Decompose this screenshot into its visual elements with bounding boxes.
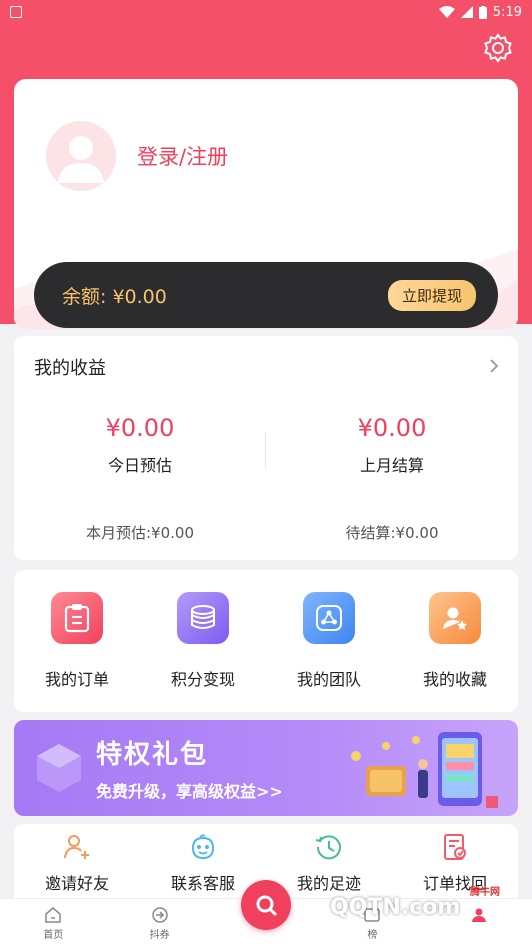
home-icon <box>45 907 61 923</box>
notification-icon <box>10 6 22 18</box>
tab-label: 首页 <box>43 930 64 941</box>
banner-title: 特权礼包 <box>96 740 209 770</box>
center-search-button[interactable] <box>241 880 291 930</box>
privilege-banner[interactable]: 特权礼包 免费升级，享高级权益>> <box>14 720 518 816</box>
settings-button[interactable] <box>482 32 514 64</box>
avatar[interactable] <box>46 121 116 191</box>
service-face-icon <box>191 834 215 860</box>
tool-invite-friends[interactable]: 邀请好友 <box>14 824 140 904</box>
shortcut-label: 我的订单 <box>44 670 109 689</box>
tool-label: 我的足迹 <box>296 874 361 893</box>
shortcut-points-redeem[interactable]: 积分变现 <box>140 570 266 712</box>
watermark-logo: QQTN.com 腾牛网 <box>330 887 500 920</box>
tab-label: 抖券 <box>149 930 170 941</box>
status-right: 5:19 <box>438 4 522 20</box>
shortcut-label: 我的团队 <box>296 670 361 689</box>
last-month-label: 上月结算 <box>359 456 424 475</box>
last-month-value: ¥0.00 <box>357 414 427 442</box>
battery-icon <box>478 5 487 19</box>
status-bar: 5:19 <box>0 0 532 24</box>
shortcut-label: 积分变现 <box>170 670 235 689</box>
cube-icon <box>37 744 81 792</box>
login-register-link[interactable]: 登录/注册 <box>137 141 228 171</box>
wifi-icon <box>438 6 455 18</box>
watermark-logo-text: QQTN.com <box>330 895 461 920</box>
earnings-title: 我的收益 <box>34 358 106 379</box>
today-estimate-value: ¥0.00 <box>105 414 175 442</box>
default-avatar-icon <box>58 136 104 183</box>
coupon-icon <box>151 907 168 923</box>
shortcut-my-favorites[interactable]: 我的收藏 <box>392 570 518 712</box>
tool-label: 邀请好友 <box>44 874 109 893</box>
tool-label: 联系客服 <box>170 874 235 893</box>
today-estimate-label: 今日预估 <box>107 456 172 475</box>
tab-home[interactable]: 首页 <box>0 899 106 946</box>
tab-label: 榜 <box>367 930 378 941</box>
gear-icon <box>484 33 512 63</box>
chevron-right-icon[interactable] <box>488 358 500 374</box>
phone-wallet-illustration <box>351 732 498 808</box>
clipboard-icon <box>51 592 103 644</box>
coins-icon <box>177 592 229 644</box>
shortcut-label: 我的收藏 <box>422 670 487 689</box>
pending-settlement: 待结算:¥0.00 <box>345 524 439 542</box>
shortcut-grid: 我的订单 积分变现 我的团队 我的收藏 <box>14 570 518 712</box>
signal-icon <box>460 6 473 18</box>
user-star-icon <box>429 592 481 644</box>
search-icon <box>256 895 277 916</box>
mine-icon <box>471 908 486 922</box>
balance-bar: 余额: ¥0.00 立即提现 <box>34 262 498 328</box>
withdraw-button[interactable]: 立即提现 <box>387 279 476 311</box>
tab-coupon[interactable]: 抖券 <box>106 899 212 946</box>
month-estimate: 本月预估:¥0.00 <box>86 524 194 542</box>
order-find-icon <box>444 834 466 860</box>
share-network-icon <box>303 592 355 644</box>
watermark-site: 腾牛网 <box>470 887 500 898</box>
banner-subtitle: 免费升级，享高级权益>> <box>96 782 283 801</box>
shortcut-my-team[interactable]: 我的团队 <box>266 570 392 712</box>
last-month-settlement: ¥0.00 上月结算 <box>266 414 518 476</box>
today-estimate: ¥0.00 今日预估 <box>14 414 266 476</box>
history-clock-icon <box>315 835 341 860</box>
balance-text: 余额: ¥0.00 <box>62 285 167 308</box>
shortcut-my-orders[interactable]: 我的订单 <box>14 570 140 712</box>
add-user-icon <box>64 835 89 859</box>
status-time: 5:19 <box>492 4 522 20</box>
earnings-card[interactable]: 我的收益 ¥0.00 今日预估 ¥0.00 上月结算 本月预估:¥0.00 待结… <box>14 336 518 560</box>
